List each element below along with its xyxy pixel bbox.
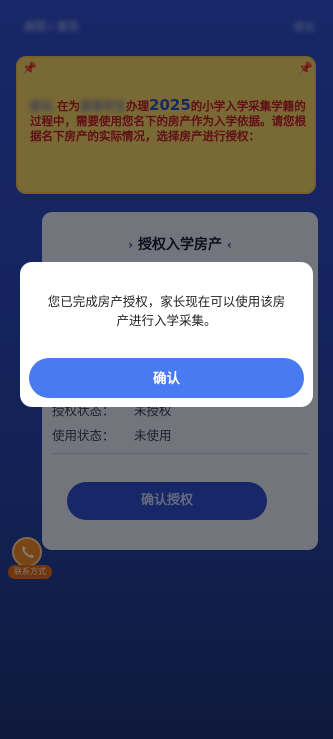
dialog-message: 您已完成房产授权，家长现在可以使用该房产进行入学采集。 <box>47 294 286 328</box>
success-dialog: 您已完成房产授权，家长现在可以使用该房产进行入学采集。 确认 <box>20 262 313 407</box>
confirm-button[interactable]: 确认 <box>29 358 304 398</box>
